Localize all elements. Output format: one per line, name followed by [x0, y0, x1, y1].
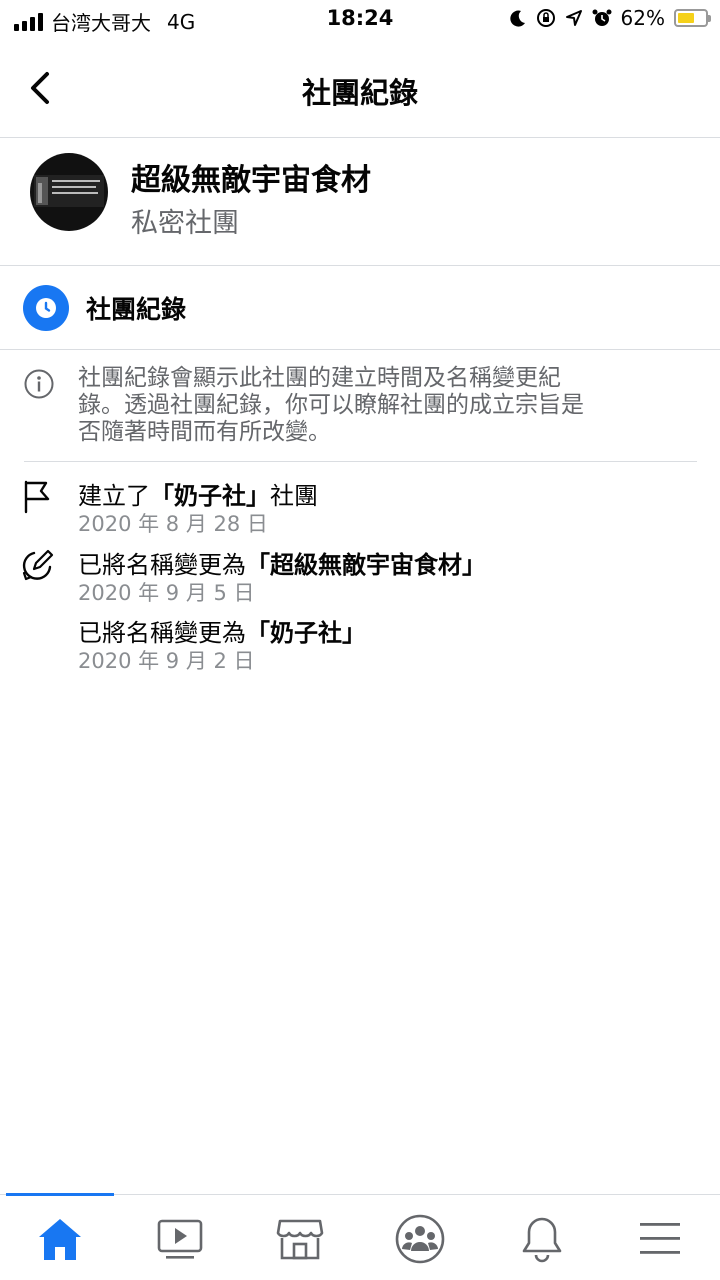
marketplace-icon — [276, 1219, 324, 1260]
tab-menu[interactable] — [630, 1213, 690, 1265]
home-icon — [39, 1219, 81, 1260]
active-tab-indicator — [6, 1193, 114, 1196]
group-name[interactable]: 超級無敵宇宙食材 — [131, 155, 371, 199]
rotation-lock-icon — [536, 9, 555, 27]
status-right: 62% — [509, 6, 711, 30]
groups-icon — [395, 1214, 445, 1264]
battery-icon — [674, 9, 711, 27]
video-icon — [157, 1219, 203, 1259]
tab-video[interactable] — [150, 1213, 210, 1265]
history-date: 2020 年 9 月 2 日 — [78, 649, 255, 673]
clock-icon — [23, 285, 69, 331]
group-header[interactable]: 超級無敵宇宙食材 私密社團 — [0, 139, 720, 266]
history-date: 2020 年 9 月 5 日 — [78, 581, 255, 605]
top-nav-bar: 社團紀錄 — [0, 40, 720, 138]
alarm-icon — [592, 9, 612, 26]
tab-notifications[interactable] — [512, 1213, 572, 1265]
info-icon — [24, 369, 54, 399]
flag-icon — [24, 480, 50, 514]
moon-icon — [509, 10, 525, 27]
bottom-tab-bar — [0, 1193, 720, 1280]
info-line-2: 錄。透過社團紀錄，你可以瞭解社團的成立宗旨是 — [78, 392, 584, 418]
history-text: 已將名稱變更為「超級無敵宇宙食材」 — [78, 551, 486, 579]
menu-icon — [640, 1223, 680, 1254]
group-avatar[interactable] — [30, 153, 108, 231]
notifications-icon — [522, 1217, 562, 1263]
section-header: 社團紀錄 — [0, 266, 720, 350]
page-title: 社團紀錄 — [301, 76, 418, 110]
battery-percent: 62% — [620, 6, 665, 30]
divider — [24, 461, 697, 462]
tab-marketplace[interactable] — [270, 1213, 330, 1265]
history-date: 2020 年 8 月 28 日 — [78, 512, 268, 536]
group-privacy: 私密社團 — [131, 208, 239, 239]
location-arrow-icon — [565, 10, 582, 26]
history-text: 已將名稱變更為「奶子社」 — [78, 619, 366, 647]
tab-home[interactable] — [30, 1213, 90, 1265]
edit-pencil-icon — [22, 549, 54, 581]
status-bar: 台湾大哥大 4G 18:24 62% — [0, 0, 720, 40]
info-line-3: 否隨著時間而有所改變。 — [78, 419, 331, 445]
section-title: 社團紀錄 — [86, 295, 187, 324]
info-line-1: 社團紀錄會顯示此社團的建立時間及名稱變更紀 — [78, 365, 561, 391]
tab-groups[interactable] — [390, 1213, 450, 1265]
history-text: 建立了「奶子社」社團 — [78, 482, 318, 510]
